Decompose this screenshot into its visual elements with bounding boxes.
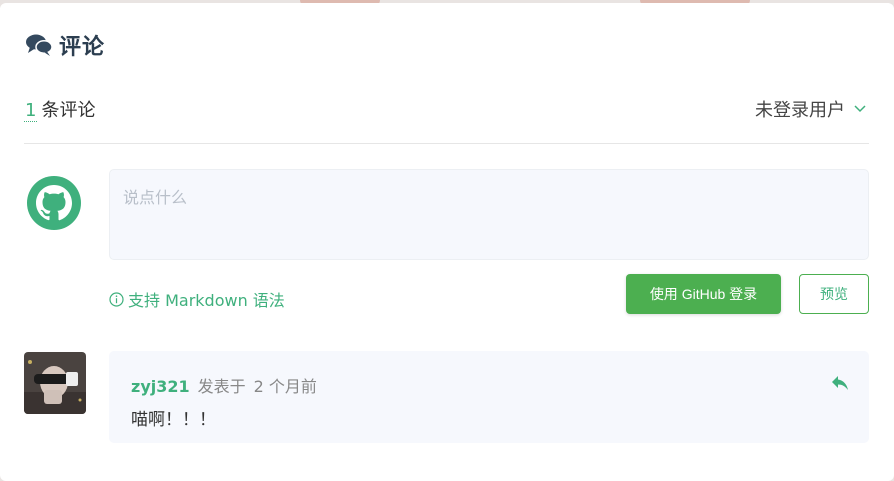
- comment-count-number[interactable]: 1: [24, 100, 38, 122]
- github-login-button[interactable]: 使用 GitHub 登录: [626, 274, 781, 314]
- comments-icon: [26, 34, 53, 56]
- comments-panel: 评论 1 条评论 未登录用户 说点什么 支持 Markdown 语法 使用 Gi…: [0, 3, 894, 481]
- comment-input[interactable]: 说点什么: [109, 169, 869, 260]
- user-menu[interactable]: 未登录用户: [755, 96, 866, 122]
- user-menu-label: 未登录用户: [755, 100, 845, 121]
- avatar[interactable]: [24, 352, 86, 414]
- comment-item: zyj321 发表于 2 个月前 喵啊！！！: [109, 351, 869, 443]
- markdown-hint-link[interactable]: 支持 Markdown 语法: [109, 287, 285, 311]
- comment-time: 2 个月前: [253, 377, 317, 396]
- reply-icon[interactable]: [831, 375, 849, 391]
- comment-content: 喵啊！！！: [131, 410, 216, 430]
- comment-meta: zyj321 发表于 2 个月前: [131, 373, 317, 397]
- section-title: 评论: [59, 35, 106, 60]
- section-header: 评论: [25, 29, 105, 61]
- markdown-hint-label: 支持 Markdown 语法: [128, 291, 285, 310]
- comment-count: 1 条评论: [24, 96, 95, 122]
- github-icon: [27, 176, 81, 230]
- comment-author[interactable]: zyj321: [131, 377, 190, 396]
- comment-posted-label: 发表于: [197, 377, 246, 396]
- comment-input-placeholder: 说点什么: [123, 188, 188, 207]
- info-circle-icon: [109, 291, 124, 307]
- comment-count-label: 条评论: [41, 100, 96, 121]
- avatar-image: [24, 352, 86, 414]
- chevron-down-icon: [854, 105, 866, 113]
- preview-button[interactable]: 预览: [799, 274, 869, 314]
- divider: [24, 143, 869, 144]
